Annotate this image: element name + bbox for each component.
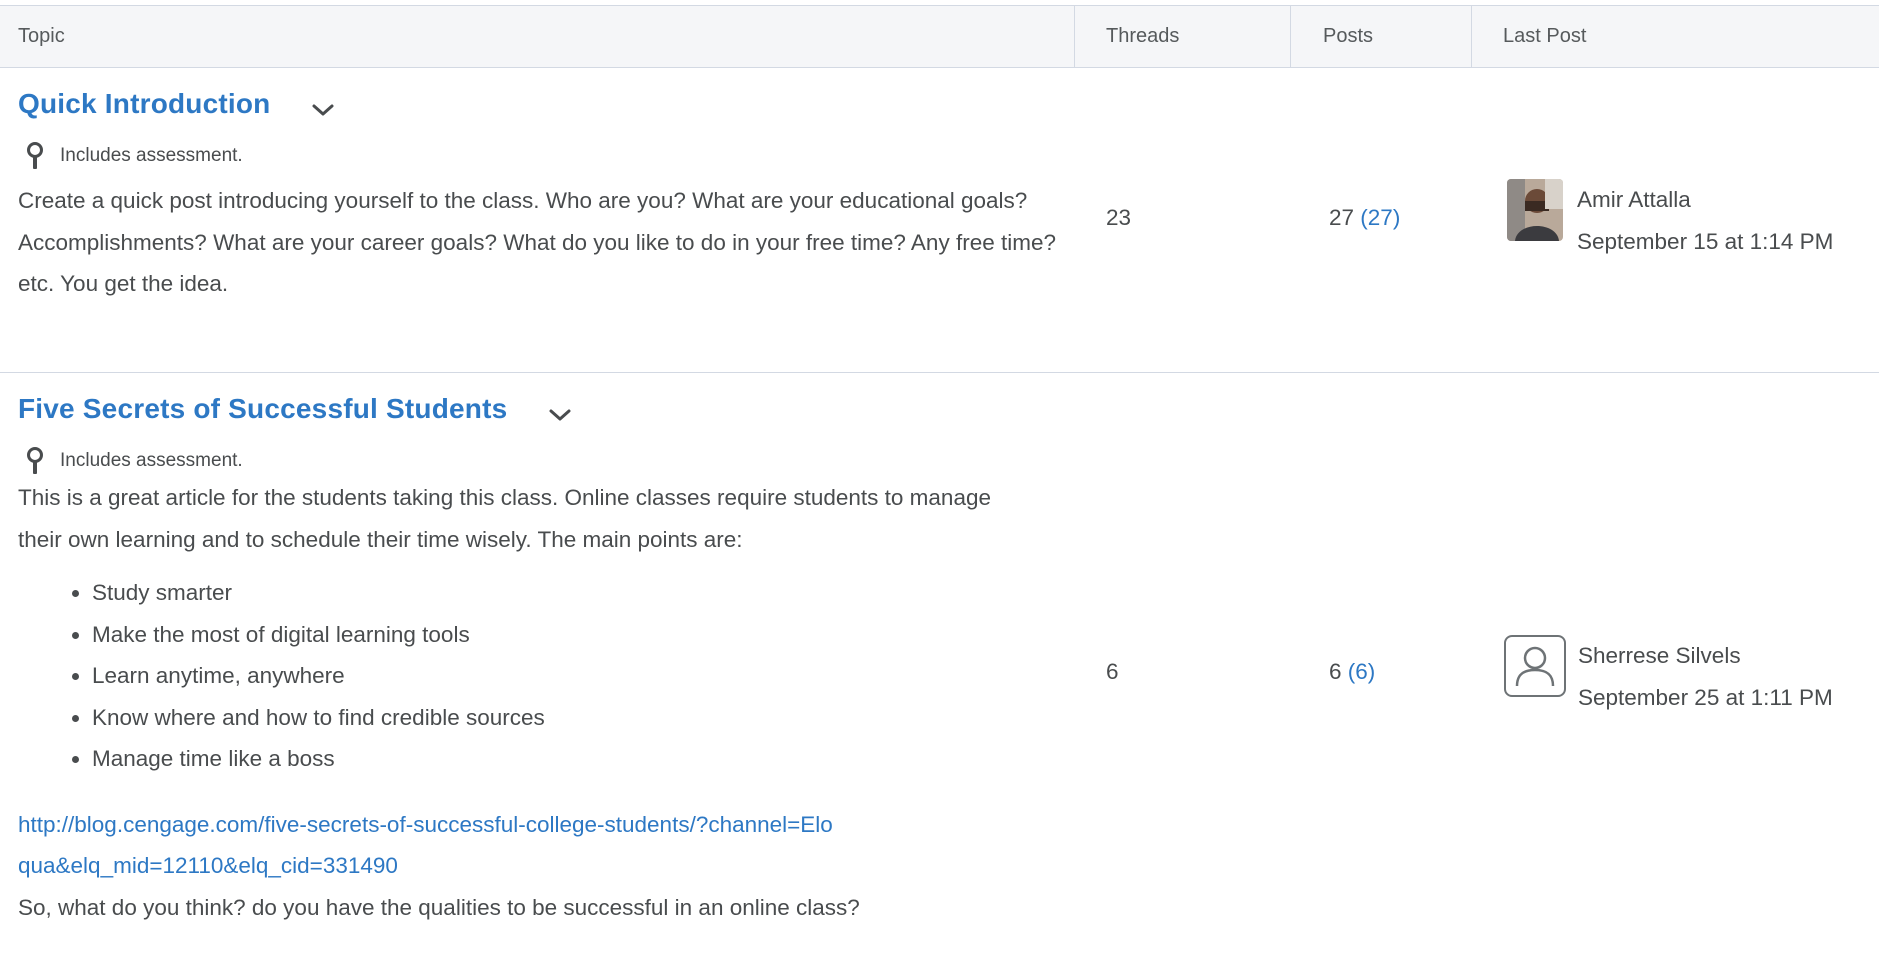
topic-description: This is a great article for the students… [18,485,991,552]
chevron-down-icon[interactable] [310,101,336,119]
last-post-date: September 15 at 1:14 PM [1577,228,1834,254]
list-item: Make the most of digital learning tools [92,614,1075,656]
header-topic: Topic [0,6,1075,67]
list-item: Learn anytime, anywhere [92,655,1075,697]
list-item: Manage time like a boss [92,738,1075,780]
topic-title-link[interactable]: Five Secrets of Successful Students [18,393,507,425]
header-last-post: Last Post [1503,25,1587,47]
assessment-note: Includes assessment. [18,447,1075,475]
list-item: Know where and how to find credible sour… [92,697,1075,739]
posts-count-wrap: 27 (27) [1329,205,1400,231]
last-post-date: September 25 at 1:11 PM [1578,684,1833,710]
assessment-label: Includes assessment. [60,145,243,166]
posts-unread-link[interactable]: (6) [1348,659,1376,684]
chevron-down-icon[interactable] [547,406,573,424]
rubric-pin-icon [24,142,46,170]
topic-cell: Five Secrets of Successful Students Incl… [0,373,1075,973]
header-threads: Threads [1075,6,1291,67]
topic-closing-text: So, what do you think? do you have the q… [18,894,860,920]
topic-title-link[interactable]: Quick Introduction [18,88,270,120]
assessment-note: Includes assessment. [18,142,1075,170]
avatar [1507,179,1563,241]
last-post-author: Amir Attalla [1577,187,1691,212]
posts-count: 6 [1329,659,1342,684]
last-post-author: Sherrese Silvels [1578,643,1741,668]
posts-cell [1291,373,1472,973]
table-row: Quick Introduction Includes assessment. … [0,68,1879,373]
table-header: Topic Threads Posts Last Post [0,6,1879,68]
header-posts: Posts [1291,6,1472,67]
user-placeholder-icon [1504,635,1566,697]
posts-unread-link[interactable]: (27) [1360,205,1400,230]
article-link[interactable]: http://blog.cengage.com/five-secrets-of-… [18,804,838,887]
discussion-topics-table: Topic Threads Posts Last Post Quick Intr… [0,5,1879,973]
topic-description: Create a quick post introducing yourself… [18,188,1056,296]
last-post-info: Sherrese Silvels September 25 at 1:11 PM [1504,635,1833,718]
posts-count: 27 [1329,205,1355,230]
topic-cell: Quick Introduction Includes assessment. … [0,68,1075,372]
topic-title-wrap: Five Secrets of Successful Students [18,393,1075,425]
posts-count-wrap: 6 (6) [1329,659,1375,685]
topic-bullet-list: Study smarter Make the most of digital l… [18,572,1075,780]
last-post-text: Sherrese Silvels September 25 at 1:11 PM [1578,635,1833,718]
table-row: Five Secrets of Successful Students Incl… [0,373,1879,973]
last-post-info: Amir Attalla September 15 at 1:14 PM [1507,179,1833,262]
last-post-text: Amir Attalla September 15 at 1:14 PM [1577,179,1833,262]
rubric-pin-icon [24,447,46,475]
list-item: Study smarter [92,572,1075,614]
threads-count: 23 [1106,205,1132,230]
topic-title-wrap: Quick Introduction [18,88,1075,120]
threads-count: 6 [1106,659,1119,684]
assessment-label: Includes assessment. [60,450,243,471]
